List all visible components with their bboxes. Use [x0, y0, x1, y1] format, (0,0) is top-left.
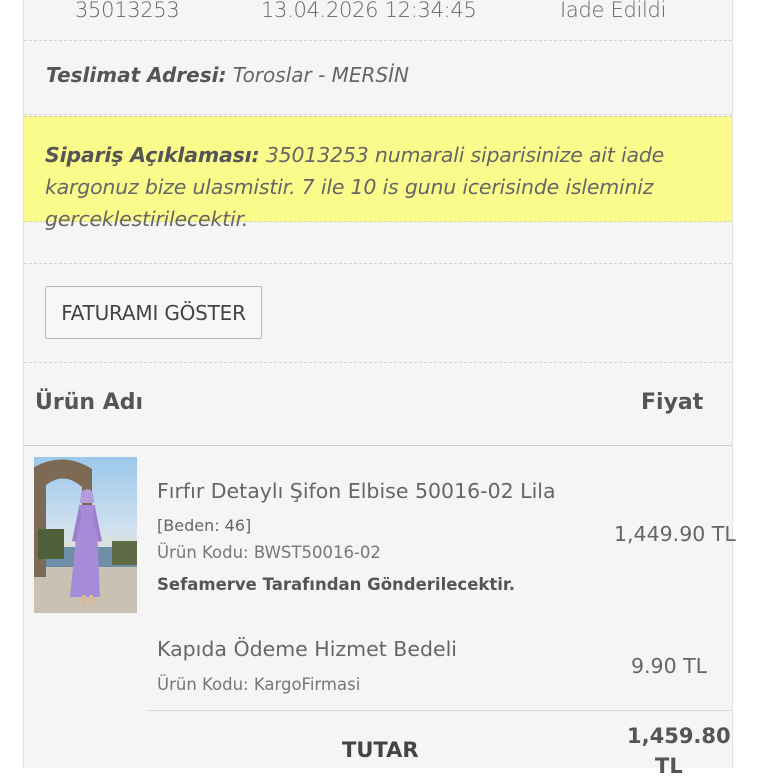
column-header-price: Fiyat	[641, 390, 704, 415]
product-name[interactable]: Fırfır Detaylı Şifon Elbise 50016-02 Lil…	[157, 475, 597, 542]
delivery-address-label: Teslimat Adresi:	[46, 63, 227, 87]
product-seller: Sefamerve Tarafından Gönderilecektir.	[157, 575, 515, 594]
order-date: 13.04.2026 12:34:45	[261, 0, 477, 22]
table-header-divider	[24, 445, 732, 446]
order-status: İade Edildi	[560, 0, 667, 22]
show-invoice-button[interactable]: FATURAMI GÖSTER	[45, 286, 262, 339]
column-header-product: Ürün Adı	[35, 390, 144, 415]
total-label: TUTAR	[342, 738, 419, 762]
delivery-address-value: Toroslar - MERSİN	[232, 63, 409, 87]
order-detail-panel: 35013253 13.04.2026 12:34:45 İade Edildi…	[23, 0, 736, 778]
order-note-box: Sipariş Açıklaması: 35013253 numarali si…	[24, 116, 732, 231]
product-code: Ürün Kodu: BWST50016-02	[157, 543, 381, 562]
product-image[interactable]	[34, 457, 137, 613]
divider	[24, 40, 732, 41]
delivery-address: Teslimat Adresi: Toroslar - MERSİN	[46, 63, 409, 87]
service-fee-name: Kapıda Ödeme Hizmet Bedeli	[157, 637, 458, 661]
order-number: 35013253	[75, 0, 180, 22]
order-note-label: Sipariş Açıklaması:	[45, 143, 260, 167]
total-currency: TL	[655, 754, 683, 778]
order-note: Sipariş Açıklaması: 35013253 numarali si…	[45, 139, 715, 235]
service-fee-code: Ürün Kodu: KargoFirmasi	[157, 675, 361, 694]
divider	[24, 114, 732, 115]
total-divider	[147, 710, 732, 711]
product-name-text: Fırfır Detaylı Şifon Elbise 50016-02 Lil…	[157, 479, 556, 503]
product-size: [Beden: 46]	[157, 516, 252, 535]
divider	[24, 263, 732, 264]
divider	[24, 362, 732, 363]
product-photo-icon	[34, 459, 137, 613]
service-fee-price: 9.90 TL	[631, 654, 708, 678]
product-price: 1,449.90 TL	[614, 522, 736, 546]
total-amount: 1,459.80	[627, 724, 731, 748]
